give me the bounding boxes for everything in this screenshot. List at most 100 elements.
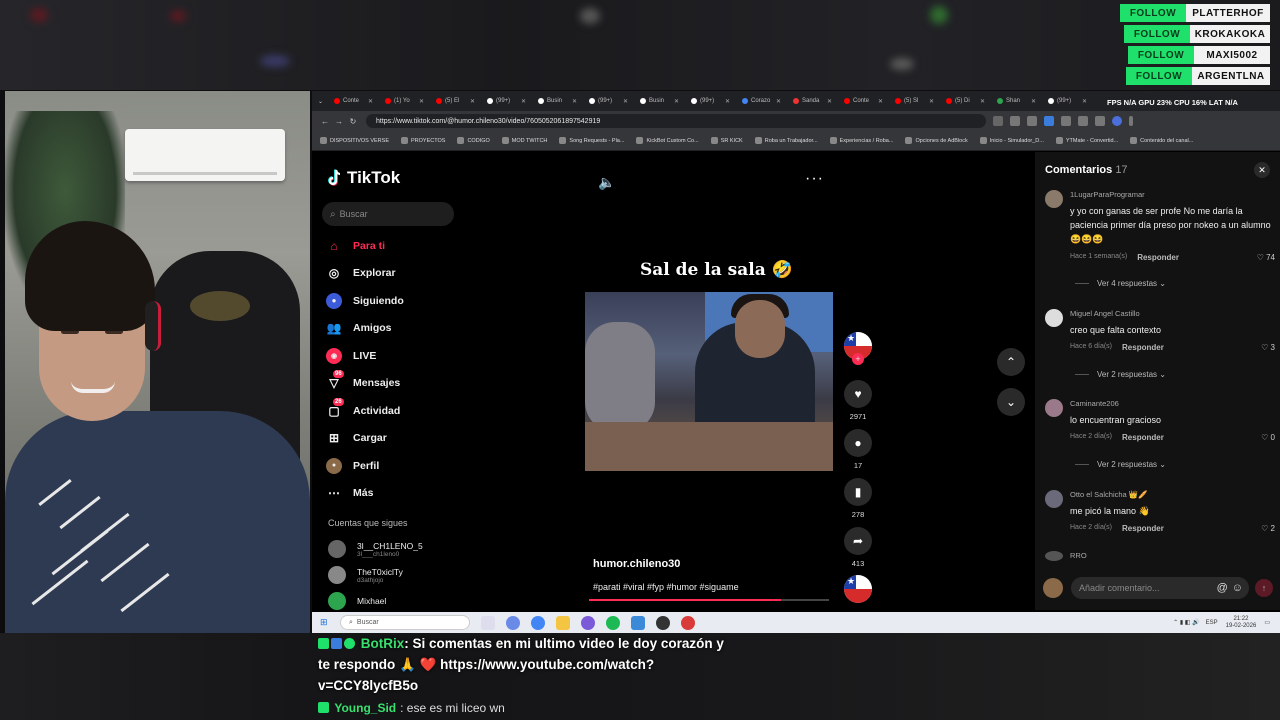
browser-tab[interactable]: (99+) ✕ (685, 98, 736, 105)
browser-tab[interactable]: Corazo ✕ (736, 98, 787, 105)
chat-username[interactable]: Young_Sid (334, 701, 396, 715)
file-explorer-icon[interactable] (556, 615, 570, 630)
comment-like-button[interactable]: ♡ 3 (1261, 343, 1275, 352)
following-account[interactable]: Mixhael (328, 592, 386, 610)
bookmark[interactable]: SR KICK (710, 137, 743, 144)
comment-like-button[interactable]: ♡ 74 (1257, 253, 1275, 262)
nav-item-mas[interactable]: ⋯ Más (326, 480, 466, 508)
tiktok-logo[interactable]: TikTok (328, 168, 400, 188)
bookmark[interactable]: Roba un Trabajador... (754, 137, 818, 144)
chrome-icon[interactable] (531, 615, 545, 630)
browser-tab[interactable]: Conte ✕ (838, 98, 889, 105)
close-icon[interactable]: ✕ (1254, 162, 1270, 178)
keyboard-layout[interactable]: ESP (1206, 620, 1218, 626)
nav-item-explorar[interactable]: ◎ Explorar (326, 260, 466, 288)
app-icon[interactable] (581, 615, 595, 630)
app-icon[interactable] (631, 615, 645, 630)
view-replies-button[interactable]: Ver 4 respuestas ⌄ (1075, 279, 1166, 288)
volume-icon[interactable]: 🔈 (598, 174, 615, 191)
nav-item-amigos[interactable]: 👥 Amigos (326, 315, 466, 343)
nav-item-live[interactable]: ◉ LIVE (326, 342, 466, 370)
reply-button[interactable]: Responder (1122, 343, 1164, 352)
search-icon[interactable] (993, 116, 1003, 126)
chat-username[interactable]: BotRix (361, 636, 405, 651)
browser-tab[interactable]: (5) Sl ✕ (889, 98, 940, 105)
emoji-icon[interactable]: ☺ (1232, 582, 1243, 594)
browser-tab[interactable]: Sanda ✕ (787, 98, 838, 105)
spotify-icon[interactable] (606, 615, 620, 630)
bookmark[interactable]: CODIGO (457, 137, 490, 144)
previous-video-button[interactable]: ⌃ (997, 348, 1025, 376)
like-button[interactable]: ♥ 2971 (844, 380, 872, 421)
bookmark[interactable]: MOD TWITCH (501, 137, 547, 144)
browser-tab[interactable]: (99+) ✕ (1042, 98, 1093, 105)
comment-input[interactable]: Añadir comentario... @ ☺ (1071, 577, 1249, 599)
view-replies-button[interactable]: Ver 2 respuestas ⌄ (1075, 370, 1166, 379)
windows-start-icon[interactable]: ⊞ (320, 617, 334, 628)
sound-disc[interactable]: ★ (844, 575, 872, 603)
bookmark[interactable]: Song Requests - Pla... (559, 137, 624, 144)
nav-item-perfil[interactable]: ● Perfil (326, 452, 466, 480)
profile-avatar[interactable] (1112, 116, 1122, 126)
url-input[interactable]: https://www.tiktok.com/@humor.chileno30/… (366, 114, 986, 128)
tab-list-icon[interactable]: ⌄ (318, 98, 328, 105)
follow-plus-icon[interactable]: + (852, 353, 864, 365)
video-hashtags[interactable]: #parati #viral #fyp #humor #siguame (593, 582, 739, 592)
video-progress-bar[interactable] (589, 599, 829, 601)
forward-icon[interactable]: → (332, 117, 346, 126)
reply-button[interactable]: Responder (1137, 253, 1179, 262)
browser-tab[interactable]: Shan ✕ (991, 98, 1042, 105)
video-author[interactable]: humor.chileno30 (593, 558, 680, 570)
bookmark[interactable]: Opciones de AdBlock (905, 137, 968, 144)
next-video-button[interactable]: ⌄ (997, 388, 1025, 416)
bookmark[interactable]: YTMate - Convertid... (1055, 137, 1118, 144)
nav-item-mensajes[interactable]: ▽ 96 Mensajes (326, 370, 466, 398)
bookmark[interactable]: Inicio - Simulador_D... (979, 137, 1044, 144)
following-account[interactable]: TheT0xiclTy d3athjojo (328, 566, 403, 584)
share-button[interactable]: ➦ 413 (844, 527, 872, 568)
author-avatar[interactable]: ★ + (844, 332, 872, 365)
extension-icon[interactable] (1061, 116, 1071, 126)
extension-icon[interactable] (1095, 116, 1105, 126)
comment-like-button[interactable]: ♡ 0 (1261, 433, 1275, 442)
bookmark-button[interactable]: ▮ 278 (844, 478, 872, 519)
video-player[interactable] (585, 292, 833, 471)
nav-item-siguiendo[interactable]: ● Siguiendo (326, 287, 466, 315)
back-icon[interactable]: ← (318, 117, 332, 126)
nav-item-para-ti[interactable]: ⌂ Para ti (326, 232, 466, 260)
extension-icon[interactable] (1044, 116, 1054, 126)
notification-icon[interactable]: ▭ (1264, 619, 1270, 626)
view-replies-button[interactable]: Ver 2 respuestas ⌄ (1075, 460, 1166, 469)
browser-tab[interactable]: (1) Yo ✕ (379, 98, 430, 105)
browser-tab[interactable]: (5) Di ✕ (940, 98, 991, 105)
following-account[interactable]: 3l__CH1LENO_5 3l___ch1leno0 (328, 540, 423, 558)
tray-icons[interactable]: ⌃ ▮ ◧ 🔊 (1173, 619, 1199, 626)
comment-button[interactable]: ● 17 (844, 429, 872, 470)
browser-tab[interactable]: Busin ✕ (532, 98, 583, 105)
bookmark[interactable]: DISPOSITIVOS VERSE (320, 137, 389, 144)
browser-tab[interactable]: Busin ✕ (634, 98, 685, 105)
more-options-icon[interactable]: ··· (805, 170, 824, 188)
reload-icon[interactable]: ↻ (346, 117, 360, 126)
comment-like-button[interactable]: ♡ 2 (1261, 524, 1275, 533)
browser-tab[interactable]: Conte ✕ (328, 98, 379, 105)
reply-button[interactable]: Responder (1122, 524, 1164, 533)
bookmark[interactable]: Contenido del canal... (1130, 137, 1193, 144)
mention-icon[interactable]: @ (1217, 582, 1228, 594)
bookmark[interactable]: PROYECTOS (401, 137, 445, 144)
send-icon[interactable]: ↑ (1255, 579, 1273, 597)
menu-icon[interactable] (1129, 116, 1133, 126)
bookmark[interactable]: KickBot Custom Co... (636, 137, 699, 144)
app-icon[interactable] (681, 615, 695, 630)
task-view-icon[interactable] (481, 615, 495, 630)
browser-tab[interactable]: (99+) ✕ (481, 98, 532, 105)
browser-tab[interactable]: (5) El ✕ (430, 98, 481, 105)
search-input[interactable]: ⌕ Buscar (322, 202, 454, 226)
nav-item-actividad[interactable]: ▢ 26 Actividad (326, 397, 466, 425)
download-icon[interactable] (1078, 116, 1088, 126)
reply-button[interactable]: Responder (1122, 433, 1164, 442)
clock[interactable]: 21:22 19-02-2026 (1226, 616, 1257, 630)
bookmark[interactable]: Experiencias / Roba... (829, 137, 893, 144)
star-icon[interactable] (1027, 116, 1037, 126)
browser-tab[interactable]: (99+) ✕ (583, 98, 634, 105)
